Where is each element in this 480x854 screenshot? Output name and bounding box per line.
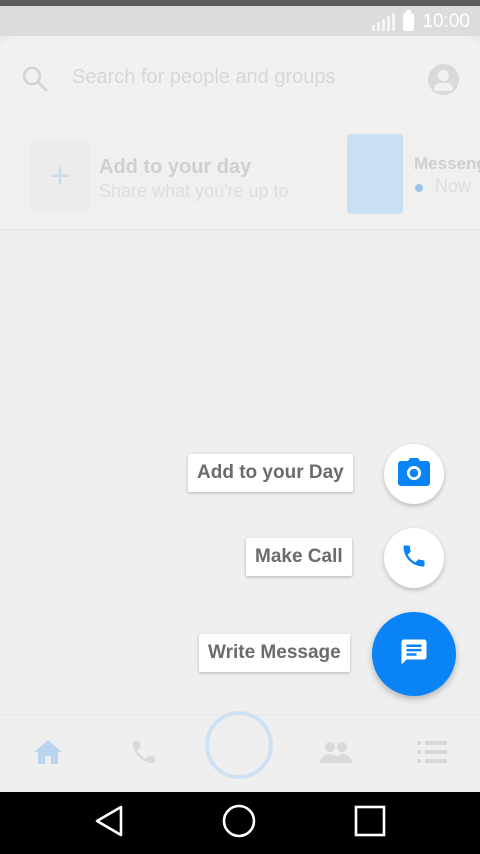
write-message-button[interactable] — [372, 612, 456, 696]
home-circle-icon — [222, 804, 256, 843]
add-to-day-subtitle: Share what you're up to — [99, 181, 289, 201]
phone-icon — [400, 542, 428, 575]
home-button[interactable] — [222, 804, 256, 843]
search-input[interactable] — [72, 66, 402, 89]
list-icon — [417, 740, 447, 769]
tab-people[interactable] — [306, 715, 366, 792]
bottom-tab-bar — [0, 711, 480, 792]
message-icon — [399, 637, 429, 672]
tab-home[interactable] — [18, 715, 78, 792]
status-icons: 10:00 — [372, 10, 470, 33]
battery-icon — [403, 10, 415, 31]
story-time: Now — [435, 176, 472, 196]
plus-icon: + — [50, 156, 70, 195]
messenger-app: + Add to your day Share what you're up t… — [0, 36, 480, 792]
people-icon — [319, 740, 353, 769]
active-dot-icon — [415, 184, 423, 192]
camera-icon — [398, 457, 430, 491]
tab-calls[interactable] — [114, 715, 174, 792]
write-message-label[interactable]: Write Message — [199, 634, 350, 672]
add-to-day-tile[interactable]: + — [30, 140, 90, 212]
story-thumbnail[interactable] — [347, 134, 403, 214]
home-icon — [33, 739, 63, 770]
profile-icon[interactable] — [428, 64, 459, 95]
recents-icon — [354, 805, 386, 842]
add-to-day-button[interactable] — [384, 444, 444, 504]
status-time: 10:00 — [422, 11, 470, 32]
back-icon — [94, 805, 124, 842]
camera-capture-button[interactable] — [205, 711, 273, 779]
recents-button[interactable] — [353, 805, 387, 842]
system-nav-bar — [0, 792, 480, 854]
stories-row: + Add to your day Share what you're up t… — [0, 118, 480, 230]
add-to-day-title: Add to your day — [99, 156, 252, 178]
signal-icon — [372, 13, 396, 31]
back-button[interactable] — [92, 805, 126, 842]
status-bar: 10:00 — [0, 0, 480, 36]
story-name: Messenger — [414, 154, 480, 173]
add-to-your-day-label[interactable]: Add to your Day — [188, 454, 353, 492]
phone-icon — [129, 737, 159, 772]
search-bar — [0, 36, 480, 118]
make-call-button[interactable] — [384, 528, 444, 588]
tab-more[interactable] — [402, 715, 462, 792]
search-icon[interactable] — [22, 66, 48, 97]
make-call-label[interactable]: Make Call — [246, 538, 352, 576]
